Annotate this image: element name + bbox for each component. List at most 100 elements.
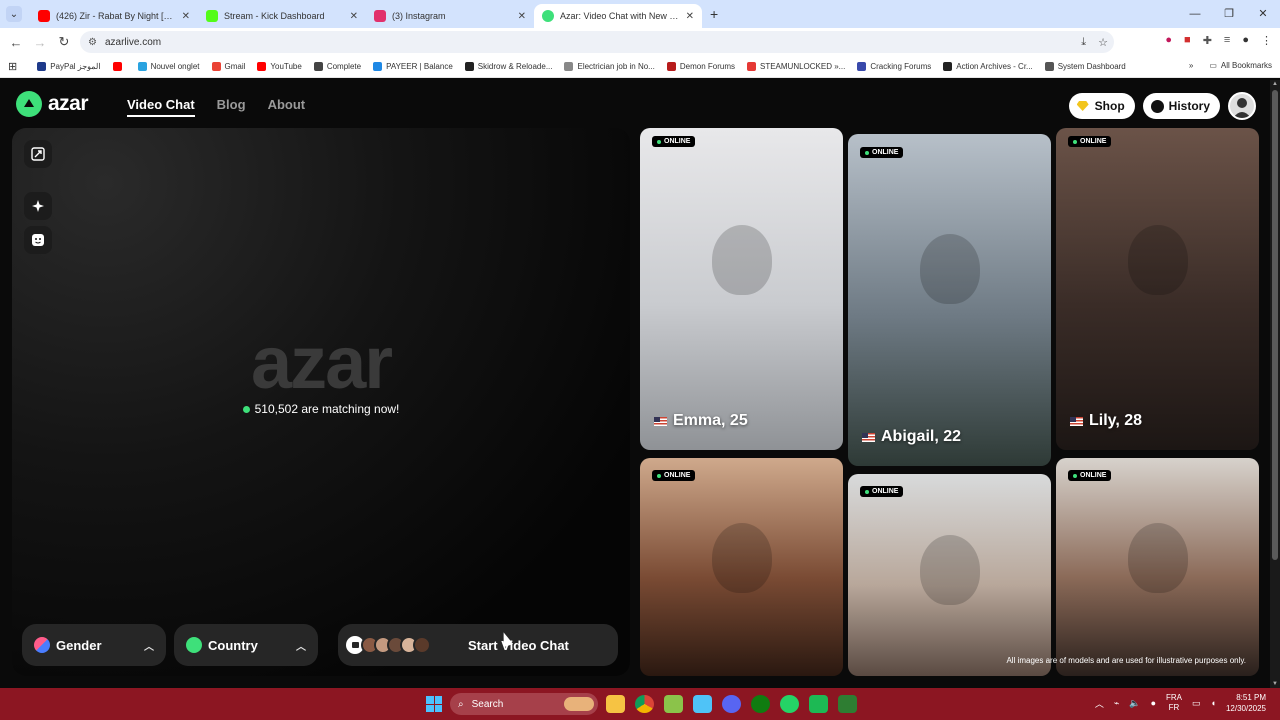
profile-card[interactable]: ONLINE Lily, 28 xyxy=(1056,128,1259,450)
xbox-icon[interactable] xyxy=(751,695,770,713)
nav-blog[interactable]: Blog xyxy=(217,97,246,117)
gender-filter-button[interactable]: Gender ︿ xyxy=(22,624,166,666)
online-badge: ONLINE xyxy=(652,470,696,481)
taskbar-search[interactable]: ⌕ Search xyxy=(450,693,598,715)
discord-icon[interactable] xyxy=(722,695,741,713)
bookmark-item[interactable]: PAYEER | Balance xyxy=(373,62,453,71)
scrollbar-thumb[interactable] xyxy=(1272,90,1278,560)
shop-button[interactable]: Shop xyxy=(1068,93,1135,119)
search-highlight-icon xyxy=(564,697,594,711)
tab-search-button[interactable]: ⌄ xyxy=(6,6,22,22)
country-filter-button[interactable]: Country ︿ xyxy=(174,624,318,666)
profile-name: Abigail, 22 xyxy=(862,428,961,446)
display-icon[interactable]: ▭ xyxy=(1192,698,1201,709)
sparkle-effects-icon[interactable] xyxy=(24,192,52,220)
bookmark-favicon-icon xyxy=(313,62,323,71)
reload-icon[interactable]: ↻ xyxy=(52,34,76,50)
bookmark-item[interactable]: PayPal الموجز xyxy=(37,62,101,71)
file-explorer-icon[interactable] xyxy=(606,695,625,713)
chevron-up-icon: ︿ xyxy=(296,641,306,653)
bookmark-item[interactable]: YouTube xyxy=(257,62,302,71)
profile-icon[interactable]: ● xyxy=(1242,34,1249,47)
all-bookmarks[interactable]: » ▭ All Bookmarks xyxy=(1189,61,1272,70)
minimize-icon[interactable]: — xyxy=(1178,0,1212,28)
bookmarks-overflow-icon[interactable]: » xyxy=(1189,61,1193,70)
page-scrollbar[interactable]: ▲ ▼ xyxy=(1270,80,1280,688)
app-icon[interactable] xyxy=(838,695,857,713)
bookmark-favicon-icon xyxy=(746,62,756,71)
logo-text: azar xyxy=(48,92,89,115)
bookmark-favicon-icon xyxy=(666,62,676,71)
apps-icon[interactable]: ⊞ xyxy=(8,60,17,73)
face-filter-icon[interactable] xyxy=(24,226,52,254)
close-tab-icon[interactable]: ✕ xyxy=(182,11,190,22)
user-avatar[interactable] xyxy=(1228,92,1256,120)
chrome-icon[interactable] xyxy=(635,695,654,713)
bookmark-item[interactable]: STEAMUNLOCKED »... xyxy=(746,62,845,71)
close-tab-icon[interactable]: ✕ xyxy=(350,11,358,22)
extension-icon[interactable]: ● xyxy=(1165,34,1172,47)
bookmark-item[interactable]: Action Archives - Cr... xyxy=(943,62,1033,71)
bookmark-item[interactable]: Demon Forums xyxy=(666,62,735,71)
windows-start-icon[interactable] xyxy=(426,696,442,712)
notes-app-icon[interactable] xyxy=(664,695,683,713)
tray-overflow-icon[interactable]: ︿ xyxy=(1095,697,1104,710)
profile-card[interactable]: ONLINE xyxy=(1056,458,1259,676)
back-icon[interactable]: ← xyxy=(4,35,28,50)
url-text: azarlive.com xyxy=(104,36,162,48)
volume-icon[interactable]: 🔈 xyxy=(1129,698,1140,709)
profile-card[interactable]: ONLINE xyxy=(848,474,1051,676)
bookmark-item[interactable]: Electrician job in No... xyxy=(564,62,655,71)
nav-video-chat[interactable]: Video Chat xyxy=(127,97,195,117)
close-tab-icon[interactable]: ✕ xyxy=(518,11,526,22)
extension-icon[interactable]: ■ xyxy=(1184,34,1191,47)
bookmark-item[interactable]: Skidrow & Reloade... xyxy=(464,62,552,71)
start-video-chat-button[interactable]: Start Video Chat xyxy=(338,624,618,666)
speaker-icon[interactable]: ◖ xyxy=(1211,698,1216,708)
tool-column xyxy=(24,140,52,260)
browser-tab[interactable]: (3) Instagram ✕ xyxy=(366,4,534,28)
bookmark-item[interactable]: Gmail xyxy=(211,62,245,71)
bookmark-item[interactable]: System Dashboard xyxy=(1044,62,1126,71)
close-window-icon[interactable]: ✕ xyxy=(1246,0,1280,28)
whatsapp-icon[interactable] xyxy=(780,695,799,713)
browser-tab[interactable]: Stream - Kick Dashboard ✕ xyxy=(198,4,366,28)
notepad-icon[interactable] xyxy=(693,695,712,713)
puzzle-icon[interactable]: ✚ xyxy=(1203,34,1212,47)
nav-about[interactable]: About xyxy=(268,97,306,117)
tab-list-icon[interactable]: ≡ xyxy=(1224,34,1230,47)
bookmark-item[interactable]: Cracking Forums xyxy=(857,62,931,71)
app-icon[interactable] xyxy=(809,695,828,713)
youtube-favicon-icon xyxy=(38,10,50,22)
close-tab-icon[interactable]: ✕ xyxy=(686,11,694,22)
site-info-icon[interactable]: ⚙ xyxy=(88,37,97,48)
azar-favicon-icon xyxy=(542,10,554,22)
install-icon[interactable]: ⤓ xyxy=(1081,36,1086,49)
azar-logo[interactable]: azar xyxy=(16,91,89,117)
profile-card[interactable]: ONLINE Abigail, 22 xyxy=(848,134,1051,466)
forward-icon[interactable]: → xyxy=(28,35,52,50)
tab-title: Azar: Video Chat with New Peo xyxy=(560,11,682,21)
new-tab-button[interactable]: + xyxy=(710,6,718,22)
bookmark-item[interactable]: Nouvel onglet xyxy=(137,62,200,71)
restore-icon[interactable]: ❐ xyxy=(1212,0,1246,28)
bookmark-star-icon[interactable]: ☆ xyxy=(1098,36,1108,49)
network-icon[interactable]: ⌁ xyxy=(1114,698,1119,709)
profile-photo xyxy=(1056,458,1259,676)
browser-tab[interactable]: (426) Zir - Rabat By Night [Prod ✕ xyxy=(30,4,198,28)
bookmark-item[interactable]: Complete xyxy=(313,62,361,71)
bookmark-item[interactable] xyxy=(112,62,126,71)
browser-tab-active[interactable]: Azar: Video Chat with New Peo ✕ xyxy=(534,4,702,28)
bookmark-label: Electrician job in No... xyxy=(577,62,655,71)
expand-icon[interactable] xyxy=(24,140,52,168)
menu-icon[interactable]: ⋮ xyxy=(1261,34,1272,47)
profile-card[interactable]: ONLINE Emma, 25 xyxy=(640,128,843,450)
extensions-area: ● ■ ✚ ≡ ● ⋮ xyxy=(1165,34,1272,47)
online-badge: ONLINE xyxy=(860,486,904,497)
clock[interactable]: 8:51 PM 12/30/2025 xyxy=(1226,692,1266,714)
url-field[interactable]: ⚙ azarlive.com ⤓ ☆ xyxy=(80,31,1114,53)
profile-card[interactable]: ONLINE xyxy=(640,458,843,676)
history-button[interactable]: History xyxy=(1142,93,1220,119)
language-indicator[interactable]: FRA FR xyxy=(1166,693,1182,713)
mic-icon[interactable]: ● xyxy=(1151,698,1156,708)
